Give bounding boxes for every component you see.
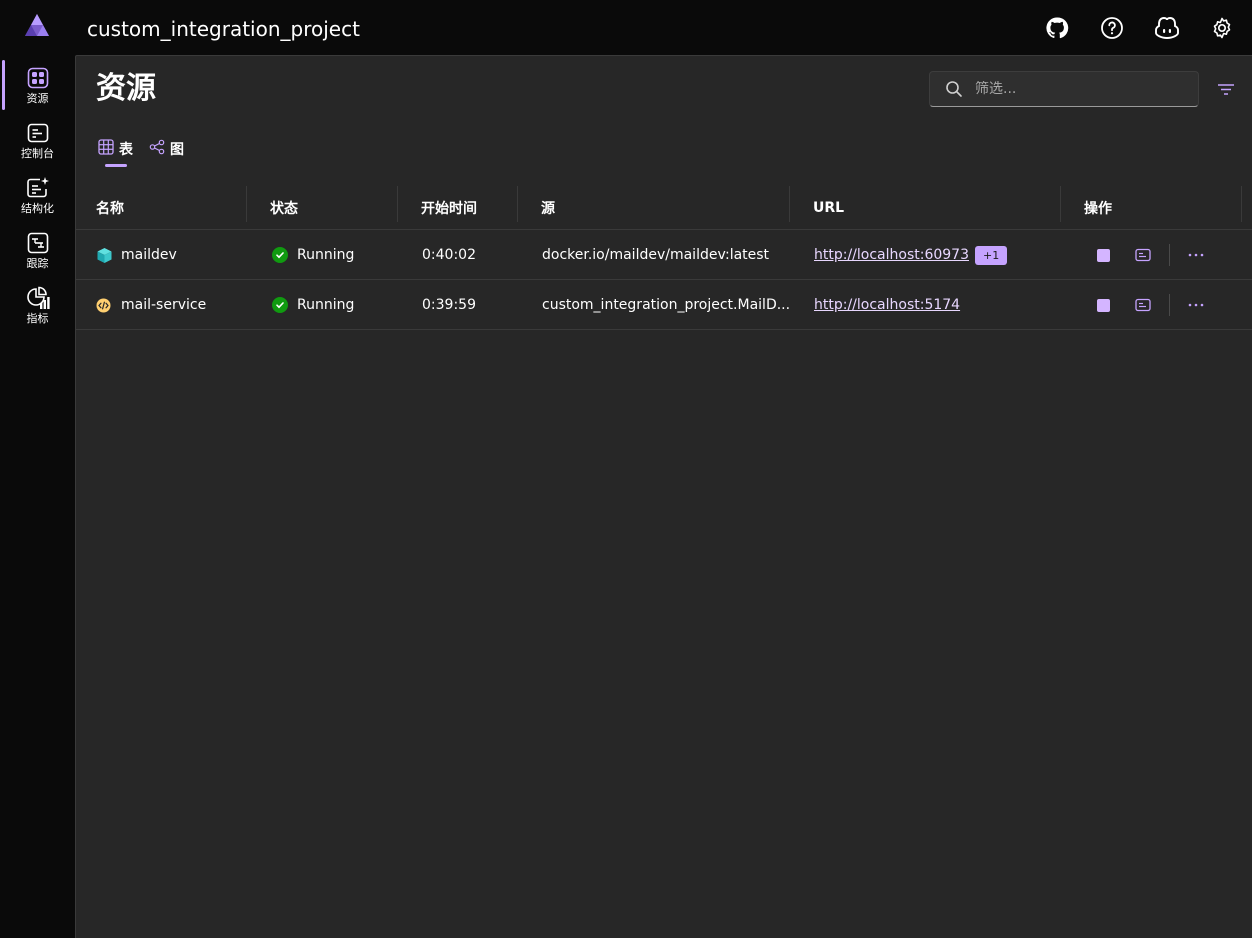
side-nav: 资源 控制台 结构化 跟踪 指标 [0,56,75,938]
graph-icon [149,139,165,159]
console-logs-button[interactable] [1133,245,1153,265]
traces-icon [26,231,50,255]
tab-label: 图 [170,142,184,158]
column-header-source[interactable]: 源 [541,186,555,230]
column-resizer[interactable] [246,186,247,222]
resources-table: 名称 状态 开始时间 源 URL 操作 maildev Running 0:40… [76,186,1252,330]
action-divider [1169,294,1170,316]
page-title: 资源 [96,71,156,106]
ellipsis-icon [1188,303,1204,307]
resource-state: Running [297,247,355,263]
app-title: custom_integration_project [87,17,360,41]
more-actions-button[interactable] [1186,295,1206,315]
stop-button[interactable] [1093,295,1113,315]
column-header-start-time[interactable]: 开始时间 [421,186,477,230]
resources-icon [26,66,50,90]
nav-label: 控制台 [21,147,54,160]
tab-table[interactable]: 表 [98,138,133,167]
console-logs-button[interactable] [1133,295,1153,315]
tab-active-underline [105,164,127,167]
settings-icon[interactable] [1206,13,1238,43]
project-icon [96,298,111,313]
table-header: 名称 状态 开始时间 源 URL 操作 [76,186,1252,230]
nav-label: 结构化 [21,202,54,215]
resource-url-cell: http://localhost:5174 [814,280,960,330]
console-logs-icon [1135,248,1151,262]
resource-name: maildev [121,247,177,263]
column-resizer[interactable] [397,186,398,222]
resource-state: Running [297,297,355,313]
more-urls-badge[interactable]: +1 [974,245,1008,265]
nav-item-structured[interactable]: 结构化 [0,170,75,220]
ellipsis-icon [1188,253,1204,257]
console-icon [26,121,50,145]
top-bar: custom_integration_project [0,0,1252,56]
column-resizer[interactable] [789,186,790,222]
filter-icon[interactable] [1216,80,1236,98]
resource-start-time: 0:40:02 [422,247,476,263]
nav-label: 跟踪 [26,257,49,270]
column-resizer[interactable] [517,186,518,222]
resource-url-cell: http://localhost:60973 +1 [814,230,1008,280]
tab-label: 表 [119,142,133,158]
github-icon[interactable] [1041,13,1073,43]
header-actions [1041,13,1238,43]
stop-icon [1096,298,1110,312]
column-header-state[interactable]: 状态 [270,186,298,230]
nav-active-indicator [2,60,5,110]
resource-name: mail-service [121,297,207,313]
app-root: custom_integration_project 资源 控制台 结构化 跟踪… [0,0,1252,938]
table-row[interactable]: maildev Running 0:40:02 docker.io/mailde… [76,230,1252,280]
nav-label: 指标 [26,312,49,325]
resource-source: docker.io/maildev/maildev:latest [542,247,770,263]
resource-name-cell: mail-service [96,280,206,330]
main-panel: 资源 表 图 [75,55,1252,938]
column-resizer[interactable] [1060,186,1061,222]
stop-icon [1096,248,1110,262]
resource-state-cell: Running [272,280,354,330]
table-icon [98,139,114,159]
aspire-logo-icon[interactable] [22,12,52,42]
container-icon [96,247,113,264]
tab-graph[interactable]: 图 [149,138,184,160]
metrics-icon [26,286,50,310]
column-header-name[interactable]: 名称 [96,186,124,230]
help-icon[interactable] [1096,13,1128,43]
column-header-actions: 操作 [1084,201,1112,217]
nav-item-console[interactable]: 控制台 [0,115,75,165]
search-icon [945,80,963,98]
console-logs-icon [1135,298,1151,312]
filter-input[interactable] [975,81,1175,97]
resource-source: custom_integration_project.MailD... [542,297,791,313]
nav-item-traces[interactable]: 跟踪 [0,225,75,275]
resource-start-time: 0:39:59 [422,297,476,313]
action-divider [1169,244,1170,266]
copilot-icon[interactable] [1151,13,1183,43]
structured-logs-icon [26,176,50,200]
resource-url-link[interactable]: http://localhost:5174 [814,297,960,313]
nav-item-resources[interactable]: 资源 [0,60,75,110]
check-circle-icon [272,247,288,263]
resource-state-cell: Running [272,230,354,280]
table-row[interactable]: mail-service Running 0:39:59 custom_inte… [76,280,1252,330]
column-header-url[interactable]: URL [813,186,844,230]
nav-item-metrics[interactable]: 指标 [0,280,75,330]
filter-search-box[interactable] [929,71,1199,107]
more-actions-button[interactable] [1186,245,1206,265]
check-circle-icon [272,297,288,313]
stop-button[interactable] [1093,245,1113,265]
resource-url-link[interactable]: http://localhost:60973 [814,247,969,263]
view-tabs: 表 图 [98,138,184,168]
nav-label: 资源 [26,92,49,105]
resource-name-cell: maildev [96,230,177,280]
column-resizer[interactable] [1241,186,1242,222]
